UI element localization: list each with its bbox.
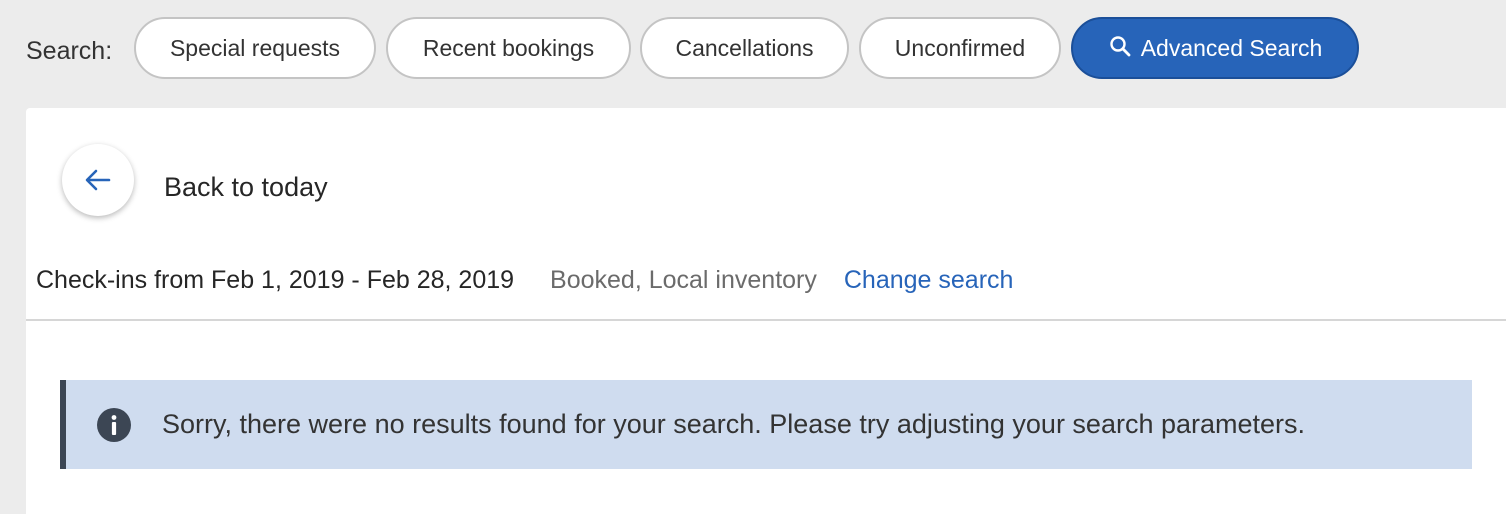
divider (26, 319, 1506, 321)
cancellations-button[interactable]: Cancellations (640, 17, 849, 79)
cancellations-label: Cancellations (675, 34, 814, 61)
filters-text: Booked, Local inventory (550, 265, 817, 294)
recent-bookings-label: Recent bookings (422, 34, 595, 61)
advanced-search-button[interactable]: Advanced Search (1071, 17, 1359, 79)
back-button[interactable] (62, 144, 134, 216)
results-panel: Back to today Check-ins from Feb 1, 2019… (26, 108, 1506, 514)
info-icon (97, 407, 131, 442)
unconfirmed-button[interactable]: Unconfirmed (859, 17, 1061, 79)
search-icon (1110, 36, 1131, 57)
advanced-search-label: Advanced Search (1140, 34, 1323, 61)
no-results-alert: Sorry, there were no results found for y… (60, 380, 1472, 469)
arrow-left-icon (85, 169, 111, 191)
date-range-text: Check-ins from Feb 1, 2019 - Feb 28, 201… (36, 265, 515, 294)
quick-search-bar: Search: Special requests Recent bookings… (0, 0, 1506, 104)
change-search-link[interactable]: Change search (844, 266, 1014, 295)
back-to-today-label: Back to today (164, 172, 328, 202)
search-summary: Check-ins from Feb 1, 2019 - Feb 28, 201… (36, 263, 1013, 297)
recent-bookings-button[interactable]: Recent bookings (386, 17, 631, 79)
search-label: Search: (26, 37, 113, 65)
special-requests-button[interactable]: Special requests (134, 17, 376, 79)
no-results-message: Sorry, there were no results found for y… (162, 409, 1306, 439)
unconfirmed-label: Unconfirmed (894, 34, 1026, 61)
special-requests-label: Special requests (169, 34, 341, 61)
